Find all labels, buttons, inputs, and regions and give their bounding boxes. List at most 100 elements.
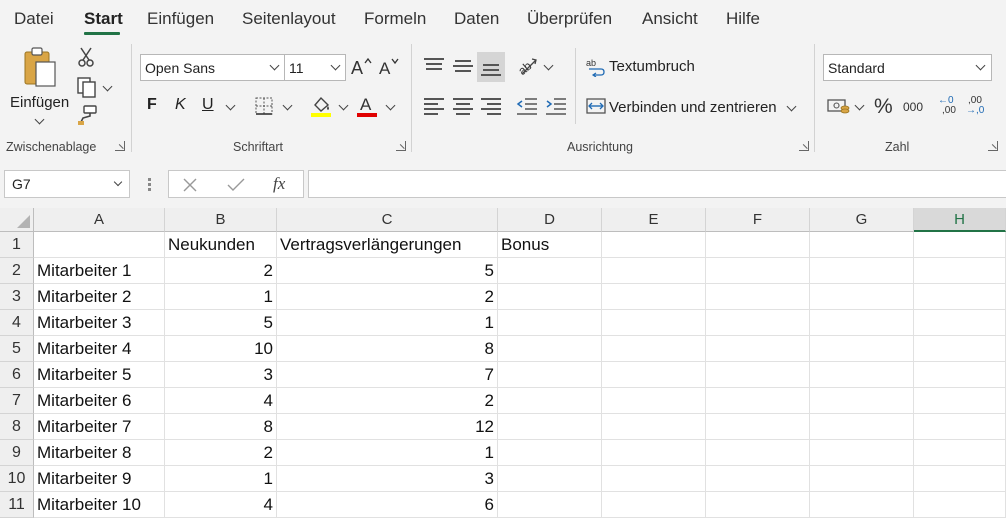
name-box[interactable]: G7 xyxy=(4,170,130,198)
cell-c1[interactable]: Vertragsverlängerungen xyxy=(277,232,498,258)
tab-start[interactable]: Start xyxy=(84,9,123,29)
cell-f10[interactable] xyxy=(706,466,810,492)
row-header[interactable]: 1 xyxy=(0,232,34,258)
cell-b9[interactable]: 2 xyxy=(165,440,277,466)
cell-h10[interactable] xyxy=(914,466,1006,492)
cell-f3[interactable] xyxy=(706,284,810,310)
bold-button[interactable]: F xyxy=(147,96,157,114)
cell-g1[interactable] xyxy=(810,232,914,258)
chevron-down-icon[interactable] xyxy=(282,100,293,111)
row-header[interactable]: 6 xyxy=(0,362,34,388)
column-header-h[interactable]: H xyxy=(914,208,1006,232)
row-header[interactable]: 4 xyxy=(0,310,34,336)
cell-g3[interactable] xyxy=(810,284,914,310)
dialog-launcher-icon[interactable] xyxy=(396,141,406,151)
cell-a8[interactable]: Mitarbeiter 7 xyxy=(34,414,165,440)
cell-c9[interactable]: 1 xyxy=(277,440,498,466)
cell-a5[interactable]: Mitarbeiter 4 xyxy=(34,336,165,362)
cell-a6[interactable]: Mitarbeiter 5 xyxy=(34,362,165,388)
cell-e8[interactable] xyxy=(602,414,706,440)
row-header[interactable]: 3 xyxy=(0,284,34,310)
cell-e6[interactable] xyxy=(602,362,706,388)
decrease-indent-icon[interactable] xyxy=(516,96,538,116)
cell-b6[interactable]: 3 xyxy=(165,362,277,388)
cell-d11[interactable] xyxy=(498,492,602,518)
cell-e3[interactable] xyxy=(602,284,706,310)
cell-h8[interactable] xyxy=(914,414,1006,440)
fill-color-icon[interactable] xyxy=(310,94,334,118)
chevron-down-icon[interactable] xyxy=(854,100,865,111)
cell-c4[interactable]: 1 xyxy=(277,310,498,336)
cell-f5[interactable] xyxy=(706,336,810,362)
cell-g6[interactable] xyxy=(810,362,914,388)
tab-ansicht[interactable]: Ansicht xyxy=(642,9,698,29)
row-header[interactable]: 11 xyxy=(0,492,34,518)
cell-a10[interactable]: Mitarbeiter 9 xyxy=(34,466,165,492)
cell-e11[interactable] xyxy=(602,492,706,518)
tab-daten[interactable]: Daten xyxy=(454,9,499,29)
cell-b11[interactable]: 4 xyxy=(165,492,277,518)
cell-a11[interactable]: Mitarbeiter 10 xyxy=(34,492,165,518)
percent-style-button[interactable]: % xyxy=(874,95,893,119)
comma-style-button[interactable]: 000 xyxy=(903,100,923,114)
tab-einfuegen[interactable]: Einfügen xyxy=(147,9,214,29)
column-header-g[interactable]: G xyxy=(810,208,914,232)
increase-decimal-button[interactable]: ←0 ,00 xyxy=(938,95,962,119)
cell-b1[interactable]: Neukunden xyxy=(165,232,277,258)
cell-g10[interactable] xyxy=(810,466,914,492)
row-header[interactable]: 5 xyxy=(0,336,34,362)
cell-d10[interactable] xyxy=(498,466,602,492)
cell-g8[interactable] xyxy=(810,414,914,440)
cell-a1[interactable] xyxy=(34,232,165,258)
tab-datei[interactable]: Datei xyxy=(14,9,54,29)
tab-hilfe[interactable]: Hilfe xyxy=(726,9,760,29)
row-header[interactable]: 9 xyxy=(0,440,34,466)
cell-d3[interactable] xyxy=(498,284,602,310)
cell-h7[interactable] xyxy=(914,388,1006,414)
merge-center-button[interactable]: Verbinden und zentrieren xyxy=(586,94,801,120)
chevron-down-icon[interactable] xyxy=(338,100,349,111)
cell-g4[interactable] xyxy=(810,310,914,336)
row-header[interactable]: 10 xyxy=(0,466,34,492)
column-header-c[interactable]: C xyxy=(277,208,498,232)
accounting-format-icon[interactable] xyxy=(827,96,851,116)
cell-e10[interactable] xyxy=(602,466,706,492)
cell-b2[interactable]: 2 xyxy=(165,258,277,284)
cell-d5[interactable] xyxy=(498,336,602,362)
cell-e2[interactable] xyxy=(602,258,706,284)
cell-h3[interactable] xyxy=(914,284,1006,310)
cell-c8[interactable]: 12 xyxy=(277,414,498,440)
increase-indent-icon[interactable] xyxy=(545,96,567,116)
row-header[interactable]: 8 xyxy=(0,414,34,440)
cell-d9[interactable] xyxy=(498,440,602,466)
cell-f4[interactable] xyxy=(706,310,810,336)
cell-a9[interactable]: Mitarbeiter 8 xyxy=(34,440,165,466)
cell-c11[interactable]: 6 xyxy=(277,492,498,518)
font-color-icon[interactable]: A xyxy=(356,94,380,118)
cut-icon[interactable] xyxy=(76,46,96,68)
orientation-icon[interactable]: ab xyxy=(516,54,542,78)
cell-h6[interactable] xyxy=(914,362,1006,388)
dialog-launcher-icon[interactable] xyxy=(988,141,998,151)
cell-c6[interactable]: 7 xyxy=(277,362,498,388)
column-header-f[interactable]: F xyxy=(706,208,810,232)
align-top-icon[interactable] xyxy=(424,58,444,74)
chevron-down-icon[interactable] xyxy=(225,100,236,111)
cell-f6[interactable] xyxy=(706,362,810,388)
decrease-decimal-button[interactable]: ,00 →,0 xyxy=(966,95,992,119)
italic-button[interactable]: K xyxy=(175,96,186,114)
borders-icon[interactable] xyxy=(254,96,274,116)
grow-font-icon[interactable]: A xyxy=(350,56,372,76)
cell-f8[interactable] xyxy=(706,414,810,440)
cell-b7[interactable]: 4 xyxy=(165,388,277,414)
cell-a3[interactable]: Mitarbeiter 2 xyxy=(34,284,165,310)
confirm-icon[interactable] xyxy=(227,178,245,192)
cell-b8[interactable]: 8 xyxy=(165,414,277,440)
cell-a7[interactable]: Mitarbeiter 6 xyxy=(34,388,165,414)
cell-e9[interactable] xyxy=(602,440,706,466)
cell-c3[interactable]: 2 xyxy=(277,284,498,310)
cell-e1[interactable] xyxy=(602,232,706,258)
shrink-font-icon[interactable]: A xyxy=(378,56,400,76)
cell-d2[interactable] xyxy=(498,258,602,284)
cell-h9[interactable] xyxy=(914,440,1006,466)
